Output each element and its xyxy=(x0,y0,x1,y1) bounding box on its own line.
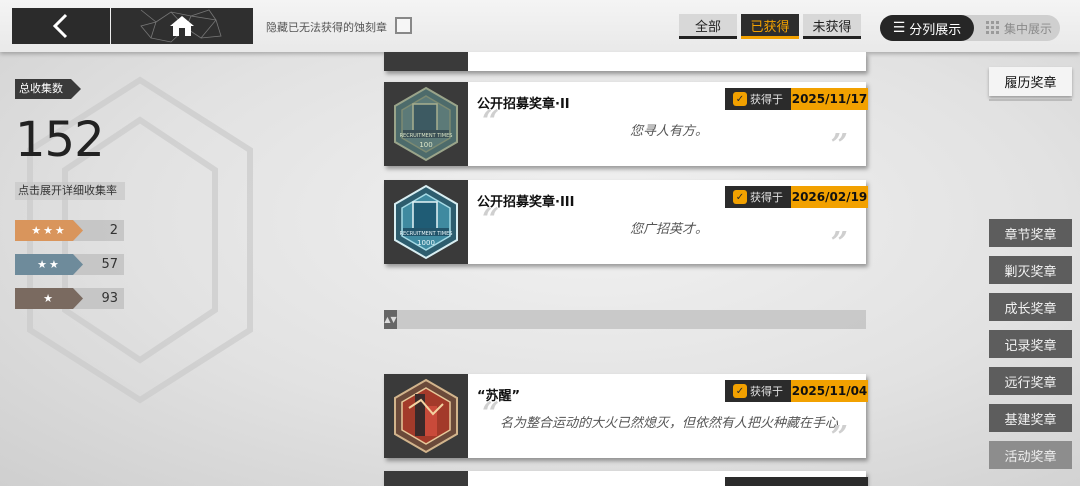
obtained-label: 获得于 xyxy=(750,93,783,106)
rate-row-one-star: ★ 93 xyxy=(15,288,124,309)
hide-unobtainable-label: 隐藏已无法获得的蚀刻章 xyxy=(266,21,387,34)
collapse-handle-icon[interactable]: ▲▼ xyxy=(384,310,397,329)
obtained-date: 2025/11/17 xyxy=(791,88,868,110)
one-star-icon: ★ xyxy=(15,288,83,309)
check-icon: ✓ xyxy=(733,92,747,106)
obtained-date: 2025/11/04 xyxy=(791,380,868,402)
medal-quote: 您寻人有方。 xyxy=(629,124,708,139)
svg-text:RECRUITMENT TIMES: RECRUITMENT TIMES xyxy=(400,231,453,237)
svg-text:100: 100 xyxy=(419,141,432,149)
hide-unobtainable-checkbox[interactable] xyxy=(395,17,412,34)
chevron-left-icon xyxy=(52,13,68,39)
list-icon: ☰ xyxy=(892,20,906,36)
obtained-badge: ✓ 获得于 2025/11/04 xyxy=(725,380,868,402)
svg-text:RECRUITMENT TIMES: RECRUITMENT TIMES xyxy=(400,133,453,139)
view-grouped-button[interactable]: 集中展示 xyxy=(978,15,1060,41)
recruitment-medal-icon: RECRUITMENT TIMES 100 xyxy=(384,82,468,166)
two-star-count: 57 xyxy=(101,257,118,272)
obtained-badge: ✓ 获得于 2025/11/17 xyxy=(725,88,868,110)
category-tab[interactable]: 活动奖章 xyxy=(989,441,1072,469)
two-star-icon: ★★ xyxy=(15,254,83,275)
rate-row-two-star: ★★ 57 xyxy=(15,254,124,275)
medal-card[interactable]: “苏醒” “ 名为整合运动的大火已然熄灭，但依然有人把火种藏在手心 ” ✓ 获得于… xyxy=(384,374,868,458)
grid-dots-icon xyxy=(985,21,999,34)
close-quote-icon: ” xyxy=(830,226,848,261)
partial-card-top xyxy=(384,52,866,71)
view-split-label: 分列展示 xyxy=(909,22,962,38)
close-quote-icon: ” xyxy=(830,420,848,455)
back-button[interactable] xyxy=(12,8,110,44)
obtained-date: 2026/02/19 xyxy=(791,186,868,208)
recruitment-medal-icon: RECRUITMENT TIMES 1000 xyxy=(384,180,468,264)
medal-quote: 您广招英才。 xyxy=(629,222,708,237)
category-tab[interactable]: 成长奖章 xyxy=(989,293,1072,321)
category-tab[interactable]: 记录奖章 xyxy=(989,330,1072,358)
one-star-count: 93 xyxy=(101,291,118,306)
category-tab[interactable]: 远行奖章 xyxy=(989,367,1072,395)
three-star-count: 2 xyxy=(109,223,118,238)
medal-card[interactable]: RECRUITMENT TIMES 1000 公开招募奖章·III “ 您广招英… xyxy=(384,180,868,264)
obtained-label: 获得于 xyxy=(750,191,783,204)
category-tab[interactable]: 剿灭奖章 xyxy=(989,256,1072,284)
filter-tab-obtained[interactable]: 已获得 xyxy=(741,14,799,39)
svg-text:1000: 1000 xyxy=(417,239,435,247)
check-icon: ✓ xyxy=(733,190,747,204)
active-tab-underline xyxy=(989,99,1072,101)
view-grouped-label: 集中展示 xyxy=(1003,21,1052,36)
category-tab[interactable]: 章节奖章 xyxy=(989,219,1072,247)
awakening-medal-icon xyxy=(384,374,468,458)
view-split-button[interactable]: ☰ 分列展示 xyxy=(880,15,974,41)
check-icon: ✓ xyxy=(733,384,747,398)
total-collected-value: 152 xyxy=(15,112,105,168)
category-tab-active[interactable]: 履历奖章 xyxy=(989,67,1072,96)
section-divider xyxy=(384,310,866,329)
close-quote-icon: ” xyxy=(830,128,848,163)
partial-card-bottom xyxy=(384,471,868,486)
rate-row-three-star: ★★★ 2 xyxy=(15,220,124,241)
filter-tab-all[interactable]: 全部 xyxy=(679,14,737,39)
expand-collection-rate-button[interactable]: 点击展开详细收集率 xyxy=(15,182,125,200)
home-icon xyxy=(170,16,194,36)
total-collected-label: 总收集数 xyxy=(15,79,81,99)
obtained-label: 获得于 xyxy=(750,385,783,398)
medal-card[interactable]: RECRUITMENT TIMES 100 公开招募奖章·II “ 您寻人有方。… xyxy=(384,82,868,166)
medal-quote: 名为整合运动的大火已然熄灭，但依然有人把火种藏在手心 xyxy=(499,416,838,431)
three-star-icon: ★★★ xyxy=(15,220,83,241)
home-button[interactable] xyxy=(111,8,253,44)
category-tab[interactable]: 基建奖章 xyxy=(989,404,1072,432)
filter-tab-not-obtained[interactable]: 未获得 xyxy=(803,14,861,39)
obtained-badge: ✓ 获得于 2026/02/19 xyxy=(725,186,868,208)
